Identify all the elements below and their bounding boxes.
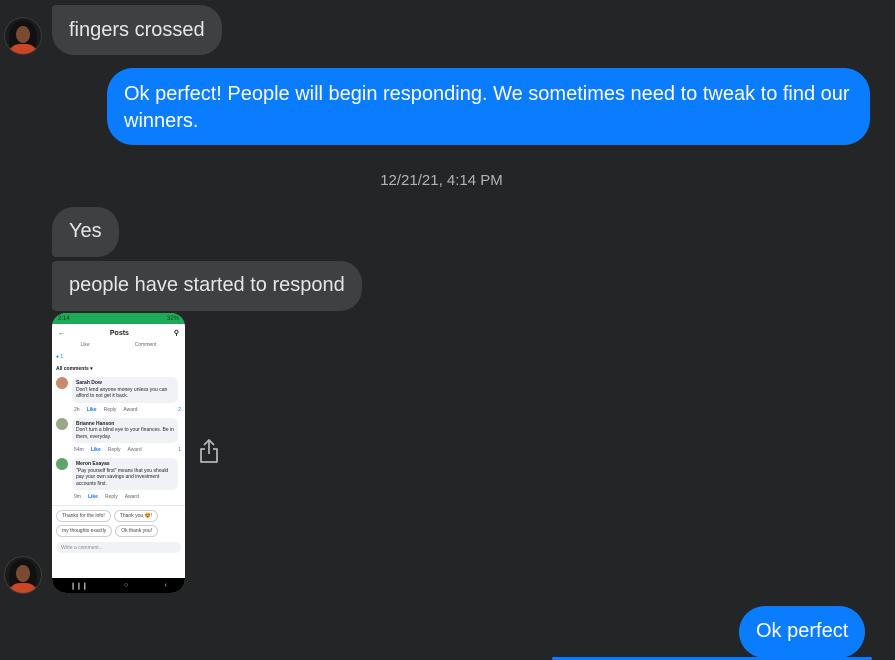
message-incoming[interactable]: fingers crossed: [52, 5, 222, 55]
comment-composer: Write a comment...: [56, 542, 181, 553]
recent-apps-icon: ❙❙❙: [70, 582, 88, 590]
posts-header: ← Posts ⚲: [52, 324, 185, 342]
contact-avatar[interactable]: [4, 17, 42, 55]
quick-reply-chip: Ok thank you!: [115, 525, 159, 537]
phone-status-bar: 2:14 32%: [52, 313, 185, 324]
share-icon[interactable]: [198, 437, 220, 465]
comments-filter: All comments ▾: [56, 366, 93, 372]
search-icon: ⚲: [173, 330, 179, 337]
image-attachment[interactable]: 2:14 32% ← Posts ⚲ Like Comment ● 1 All …: [52, 313, 185, 593]
comment-actions: 2h Like Reply Award 2: [74, 406, 181, 413]
message-timestamp: 12/21/21, 4:14 PM: [380, 172, 503, 189]
quick-replies: Thanks for the info! Thank you 😍! my tho…: [52, 505, 185, 539]
status-battery: 32%: [166, 315, 179, 322]
like-action: Like: [80, 342, 90, 348]
message-incoming[interactable]: people have started to respond: [52, 261, 362, 311]
home-icon: ○: [124, 582, 129, 589]
message-text: Ok perfect! People will begin responding…: [124, 83, 850, 132]
comment-item: Meron Esayas "Pay yourself first" means …: [52, 456, 185, 492]
message-text: Yes: [69, 220, 102, 242]
comment-item: Sarah Dow Don't lend anyone money unless…: [52, 375, 185, 405]
contact-avatar[interactable]: [4, 556, 42, 594]
message-text: Ok perfect: [756, 620, 849, 642]
avatar: [56, 458, 68, 470]
reaction-count: ● 1: [56, 354, 64, 360]
back-arrow-icon: ←: [58, 329, 65, 337]
message-incoming[interactable]: Yes: [52, 207, 119, 257]
quick-reply-chip: Thank you 😍!: [113, 510, 159, 522]
phone-nav-bar: ❙❙❙ ○ ‹: [52, 578, 185, 593]
status-time: 2:14: [58, 315, 70, 322]
avatar: [56, 377, 68, 389]
quick-reply-chip: my thoughts exactly: [56, 525, 113, 537]
posts-title: Posts: [109, 329, 129, 337]
message-outgoing[interactable]: Ok perfect! People will begin responding…: [107, 68, 870, 145]
message-outgoing[interactable]: Ok perfect: [739, 606, 866, 658]
comment-actions: 9m Like Reply Award: [74, 494, 139, 500]
message-text: people have started to respond: [69, 274, 345, 296]
back-icon: ‹: [164, 582, 167, 589]
comment-actions: 54m Like Reply Award 1: [74, 447, 181, 453]
avatar: [56, 417, 68, 430]
message-text: fingers crossed: [69, 19, 205, 41]
comment-action: Comment: [134, 342, 157, 348]
comment-item: Brianne Hanson Don't turn a blind eye to…: [52, 416, 185, 446]
quick-reply-chip: Thanks for the info!: [56, 510, 111, 522]
